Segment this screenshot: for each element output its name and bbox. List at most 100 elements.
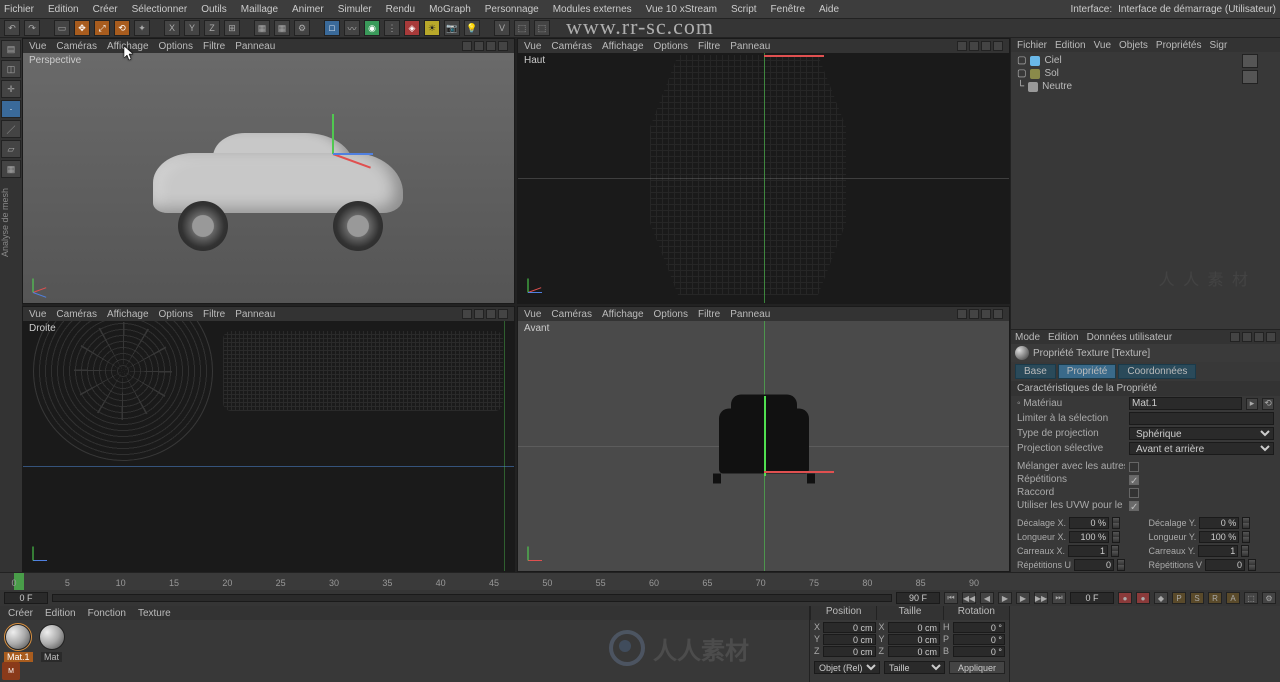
menu-outils[interactable]: Outils [201, 4, 227, 15]
lock-x[interactable]: X [164, 20, 180, 36]
model-mode[interactable]: ◫ [1, 60, 21, 78]
viewport-perspective[interactable]: Vue Caméras Affichage Options Filtre Pan… [22, 38, 515, 304]
object-tree[interactable]: ▢Ciel ▢Sol └Neutre [1011, 52, 1280, 116]
menu-fenetre[interactable]: Fenêtre [771, 4, 805, 15]
add-spline[interactable]: 〰 [344, 20, 360, 36]
menu-personnage[interactable]: Personnage [485, 4, 539, 15]
vp-panneau[interactable]: Panneau [235, 41, 275, 52]
tl-record[interactable]: ● [1118, 592, 1132, 604]
menu-modules[interactable]: Modules externes [553, 4, 632, 15]
lock-y[interactable]: Y [184, 20, 200, 36]
tl-nextkey[interactable]: ▶▶ [1034, 592, 1048, 604]
vray-icon[interactable]: V [494, 20, 510, 36]
menu-creer[interactable]: Créer [93, 4, 118, 15]
render-settings[interactable]: ⚙ [294, 20, 310, 36]
menu-mograph[interactable]: MoGraph [429, 4, 471, 15]
add-deformer[interactable]: ◈ [404, 20, 420, 36]
attr-userdata[interactable]: Données utilisateur [1087, 332, 1173, 343]
texture-mode[interactable]: ▦ [1, 160, 21, 178]
material-clear[interactable]: ⟲ [1262, 398, 1274, 410]
poly-mode[interactable]: ▱ [1, 140, 21, 158]
obj-sol[interactable]: ▢Sol [1013, 67, 1242, 80]
render-picture[interactable]: ▦ [274, 20, 290, 36]
mix-checkbox[interactable] [1129, 462, 1139, 472]
tag-icon[interactable] [1242, 70, 1258, 84]
tl-start[interactable] [4, 592, 48, 604]
tl-rot[interactable]: R [1208, 592, 1222, 604]
tl-current[interactable] [1070, 592, 1114, 604]
select-tool[interactable]: ▭ [54, 20, 70, 36]
viewport-front[interactable]: VueCamérasAffichageOptionsFiltrePanneau … [517, 306, 1010, 572]
undo-button[interactable]: ↶ [4, 20, 20, 36]
add-cube[interactable]: □ [324, 20, 340, 36]
tl-pla[interactable]: ⬚ [1244, 592, 1258, 604]
menu-vue10[interactable]: Vue 10 xStream [646, 4, 717, 15]
menu-selectionner[interactable]: Sélectionner [132, 4, 188, 15]
coord-apply[interactable]: Appliquer [949, 661, 1005, 674]
object-axis[interactable]: ✛ [1, 80, 21, 98]
tl-opt[interactable]: ⚙ [1262, 592, 1276, 604]
vp-options[interactable]: Options [159, 41, 193, 52]
render-view[interactable]: ▦ [254, 20, 270, 36]
tl-scale[interactable]: S [1190, 592, 1204, 604]
tl-param[interactable]: A [1226, 592, 1240, 604]
uvw-checkbox[interactable]: ✓ [1129, 501, 1139, 511]
attr-nav-up[interactable] [1242, 332, 1252, 342]
tl-autokey[interactable]: ● [1136, 592, 1150, 604]
viewport-right[interactable]: VueCamérasAffichageOptionsFiltrePanneau … [22, 306, 515, 572]
material-area[interactable]: M Mat.1 Mat 人人素材 [0, 620, 809, 682]
attr-edition[interactable]: Edition [1048, 332, 1079, 343]
vp-cameras[interactable]: Caméras [56, 41, 97, 52]
timeline-ruler[interactable]: 051015202530354045505560657075808590 [0, 573, 1280, 590]
menu-fichier[interactable]: Fichier [4, 4, 34, 15]
rotate-tool[interactable]: ⟲ [114, 20, 130, 36]
attr-nav-back[interactable] [1230, 332, 1240, 342]
add-array[interactable]: ⋮ [384, 20, 400, 36]
rep-checkbox[interactable]: ✓ [1129, 475, 1139, 485]
axis-x[interactable] [764, 471, 834, 473]
mat-fonction[interactable]: Fonction [88, 608, 126, 619]
mat-texture[interactable]: Texture [138, 608, 171, 619]
tool-extra2[interactable]: ⬚ [534, 20, 550, 36]
obj-neutre[interactable]: └Neutre [1013, 80, 1242, 93]
axis-y[interactable] [764, 396, 766, 476]
material-field[interactable] [1129, 397, 1242, 410]
add-camera[interactable]: 📷 [444, 20, 460, 36]
redo-button[interactable]: ↷ [24, 20, 40, 36]
lock-z[interactable]: Z [204, 20, 220, 36]
vp-icon[interactable] [498, 41, 508, 51]
attr-mode[interactable]: Mode [1015, 332, 1040, 343]
tag-icon[interactable] [1242, 54, 1258, 68]
menu-maillage[interactable]: Maillage [241, 4, 278, 15]
viewport-top[interactable]: VueCamérasAffichageOptionsFiltrePanneau … [517, 38, 1010, 304]
tab-base[interactable]: Base [1015, 364, 1056, 379]
mat-creer[interactable]: Créer [8, 608, 33, 619]
scale-tool[interactable]: ⤢ [94, 20, 110, 36]
vp-icon[interactable] [474, 41, 484, 51]
menu-edition[interactable]: Edition [48, 4, 79, 15]
tl-play[interactable]: ▶ [998, 592, 1012, 604]
vp-icon[interactable] [462, 41, 472, 51]
move-tool[interactable]: ✥ [74, 20, 90, 36]
point-mode[interactable]: · [1, 100, 21, 118]
make-editable[interactable]: ▤ [1, 40, 21, 58]
add-light[interactable]: 💡 [464, 20, 480, 36]
tl-pos[interactable]: P [1172, 592, 1186, 604]
vp-vue[interactable]: Vue [29, 41, 46, 52]
attr-nav-fwd[interactable] [1254, 332, 1264, 342]
menu-simuler[interactable]: Simuler [338, 4, 372, 15]
projsel-dropdown[interactable]: Avant et arrière [1129, 442, 1274, 455]
coord-mode2[interactable]: Taille [884, 661, 945, 674]
interface-dropdown[interactable]: Interface de démarrage (Utilisateur) [1118, 4, 1276, 15]
tl-keysel[interactable]: ◆ [1154, 592, 1168, 604]
coord-mode1[interactable]: Objet (Rel) [814, 661, 880, 674]
tl-end[interactable] [896, 592, 940, 604]
material-picker[interactable]: ▸ [1246, 398, 1258, 410]
material-mat1[interactable]: Mat.1 [4, 624, 33, 662]
timeline[interactable]: 051015202530354045505560657075808590 ⏮ ◀… [0, 572, 1280, 606]
menu-aide[interactable]: Aide [819, 4, 839, 15]
proj-dropdown[interactable]: Sphérique [1129, 427, 1274, 440]
tab-propriete[interactable]: Propriété [1058, 364, 1117, 379]
tl-prevkey[interactable]: ◀◀ [962, 592, 976, 604]
tl-goend[interactable]: ⏭ [1052, 592, 1066, 604]
